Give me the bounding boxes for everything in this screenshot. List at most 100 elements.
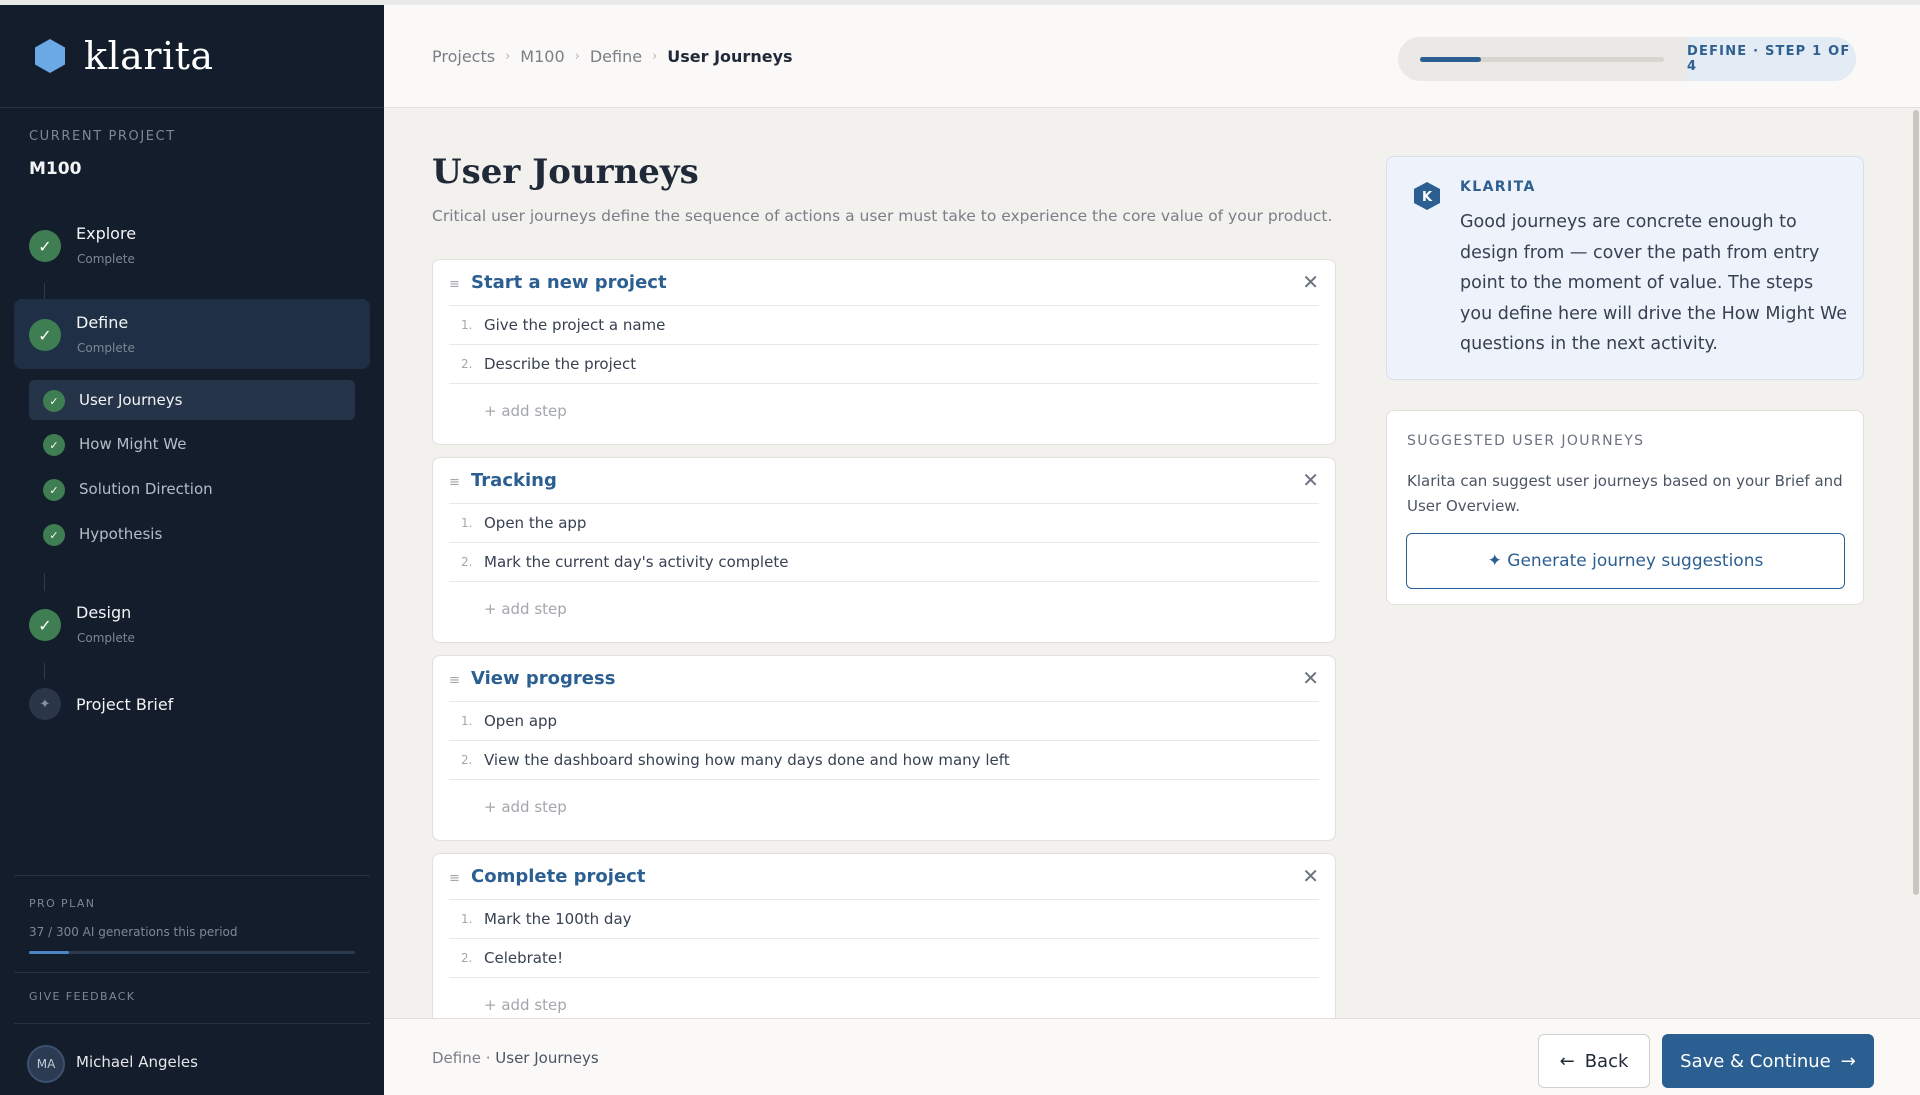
top-header: Projects › M100 › Define › User Journeys… bbox=[384, 0, 1920, 108]
save-label: Save & Continue bbox=[1680, 1050, 1831, 1072]
user-name[interactable]: Michael Angeles bbox=[76, 1053, 198, 1071]
assistant-tip-card: K KLARITA Good journeys are concrete eno… bbox=[1386, 156, 1864, 380]
plan-label: PRO PLAN bbox=[29, 897, 96, 910]
step-text[interactable]: Celebrate! bbox=[484, 949, 563, 967]
save-continue-button[interactable]: Save & Continue → bbox=[1662, 1034, 1874, 1088]
current-project-name[interactable]: M100 bbox=[29, 159, 81, 179]
step-text[interactable]: Open the app bbox=[484, 514, 586, 532]
substep-solution-direction[interactable]: ✓ Solution Direction bbox=[29, 469, 355, 509]
stage-design[interactable]: ✓ Design Complete bbox=[14, 589, 370, 659]
journey-title[interactable]: Tracking bbox=[471, 470, 557, 491]
step-number: 1. bbox=[461, 318, 473, 332]
add-step-button[interactable]: + add step bbox=[449, 780, 1319, 834]
assistant-message: Good journeys are concrete enough to des… bbox=[1460, 212, 1847, 354]
journey-card: ≡ View progress ✕ 1. Open app 2. View the … bbox=[432, 655, 1336, 841]
substep-how-might-we[interactable]: ✓ How Might We bbox=[29, 424, 355, 464]
journey-step[interactable]: 2. Mark the current day's activity comple… bbox=[449, 543, 1319, 582]
plan-usage-bar bbox=[29, 951, 355, 954]
scrollbar-thumb[interactable] bbox=[1913, 110, 1919, 895]
avatar[interactable]: MA bbox=[27, 1045, 65, 1083]
current-project-label: CURRENT PROJECT bbox=[29, 129, 176, 144]
journey-card: ≡ Tracking ✕ 1. Open the app 2. Mark the c… bbox=[432, 457, 1336, 643]
add-step-label: + add step bbox=[484, 402, 567, 420]
stage-title: Define bbox=[76, 313, 129, 332]
add-step-button[interactable]: + add step bbox=[449, 384, 1319, 438]
journey-step[interactable]: 1. Mark the 100th day bbox=[449, 900, 1319, 939]
close-icon[interactable]: ✕ bbox=[1302, 666, 1319, 690]
step-text[interactable]: Describe the project bbox=[484, 355, 636, 373]
close-icon[interactable]: ✕ bbox=[1302, 864, 1319, 888]
check-icon: ✓ bbox=[43, 434, 65, 456]
drag-handle-icon[interactable]: ≡ bbox=[449, 475, 460, 490]
close-icon[interactable]: ✕ bbox=[1302, 270, 1319, 294]
substep-label: Hypothesis bbox=[79, 525, 163, 543]
check-icon: ✓ bbox=[43, 479, 65, 501]
footer-breadcrumb: Define · User Journeys bbox=[432, 1049, 599, 1067]
breadcrumb-stage[interactable]: Define bbox=[590, 47, 642, 66]
substep-label: User Journeys bbox=[79, 391, 183, 409]
step-number: 2. bbox=[461, 357, 473, 371]
step-text[interactable]: View the dashboard showing how many days… bbox=[484, 751, 1010, 769]
check-icon: ✓ bbox=[43, 390, 65, 412]
chevron-right-icon: › bbox=[505, 49, 511, 64]
suggestions-card: SUGGESTED USER JOURNEYS Klarita can sugg… bbox=[1386, 410, 1864, 605]
journey-header: ≡ View progress ✕ bbox=[449, 656, 1319, 702]
journey-header: ≡ Tracking ✕ bbox=[449, 458, 1319, 504]
step-text[interactable]: Give the project a name bbox=[484, 316, 665, 334]
substep-user-journeys[interactable]: ✓ User Journeys bbox=[29, 380, 355, 420]
journey-title[interactable]: Complete project bbox=[471, 866, 645, 887]
journey-step[interactable]: 2. Describe the project bbox=[449, 345, 1319, 384]
footer: Define · User Journeys ← Back Save & Con… bbox=[384, 1018, 1920, 1095]
journey-header: ≡ Start a new project ✕ bbox=[449, 260, 1319, 306]
drag-handle-icon[interactable]: ≡ bbox=[449, 673, 460, 688]
journey-step[interactable]: 1. Open app bbox=[449, 702, 1319, 741]
stage-status: Complete bbox=[77, 252, 135, 266]
stage-title: Design bbox=[76, 603, 132, 622]
add-step-label: + add step bbox=[484, 600, 567, 618]
journey-step[interactable]: 1. Open the app bbox=[449, 504, 1319, 543]
check-icon: ✓ bbox=[29, 609, 61, 641]
step-number: 1. bbox=[461, 912, 473, 926]
journey-step[interactable]: 1. Give the project a name bbox=[449, 306, 1319, 345]
stage-status: Complete bbox=[77, 631, 135, 645]
journey-step[interactable]: 2. Celebrate! bbox=[449, 939, 1319, 978]
logo-hexagon-icon bbox=[35, 39, 65, 73]
page-title: User Journeys bbox=[432, 152, 699, 192]
close-icon[interactable]: ✕ bbox=[1302, 468, 1319, 492]
suggestions-text: Klarita can suggest user journeys based … bbox=[1407, 472, 1843, 515]
step-number: 2. bbox=[461, 753, 473, 767]
stage-explore[interactable]: ✓ Explore Complete bbox=[14, 210, 370, 280]
stage-define[interactable]: ✓ Define Complete bbox=[14, 299, 370, 369]
back-label: Back bbox=[1584, 1050, 1629, 1072]
breadcrumb-projects[interactable]: Projects bbox=[432, 47, 495, 66]
step-number: 1. bbox=[461, 714, 473, 728]
scrollbar[interactable] bbox=[1912, 108, 1920, 1018]
step-text[interactable]: Mark the current day's activity complete bbox=[484, 553, 788, 571]
drag-handle-icon[interactable]: ≡ bbox=[449, 277, 460, 292]
back-button[interactable]: ← Back bbox=[1538, 1034, 1650, 1088]
journey-title[interactable]: View progress bbox=[471, 668, 615, 689]
substep-hypothesis[interactable]: ✓ Hypothesis bbox=[29, 514, 355, 554]
logo[interactable]: klarita bbox=[0, 5, 384, 108]
breadcrumb: Projects › M100 › Define › User Journeys bbox=[432, 47, 793, 66]
drag-handle-icon[interactable]: ≡ bbox=[449, 871, 460, 886]
journey-title[interactable]: Start a new project bbox=[471, 272, 667, 293]
step-label: DEFINE · STEP 1 OF 4 bbox=[1687, 37, 1856, 81]
sparkle-icon: ✦ bbox=[29, 688, 61, 720]
step-number: 1. bbox=[461, 516, 473, 530]
give-feedback-link[interactable]: GIVE FEEDBACK bbox=[29, 990, 135, 1003]
step-text[interactable]: Open app bbox=[484, 712, 557, 730]
chevron-right-icon: › bbox=[574, 49, 580, 64]
journey-header: ≡ Complete project ✕ bbox=[449, 854, 1319, 900]
breadcrumb-project[interactable]: M100 bbox=[520, 47, 564, 66]
step-text[interactable]: Mark the 100th day bbox=[484, 910, 632, 928]
add-step-label: + add step bbox=[484, 996, 567, 1014]
project-brief-link[interactable]: Project Brief bbox=[76, 695, 173, 714]
add-step-button[interactable]: + add step bbox=[449, 582, 1319, 636]
journey-step[interactable]: 2. View the dashboard showing how many da… bbox=[449, 741, 1319, 780]
step-progress-track bbox=[1420, 57, 1664, 62]
generate-suggestions-button[interactable]: ✦ Generate journey suggestions bbox=[1406, 533, 1845, 589]
step-progress: DEFINE · STEP 1 OF 4 bbox=[1398, 37, 1856, 81]
stage-title: Explore bbox=[76, 224, 137, 243]
divider bbox=[14, 972, 370, 973]
